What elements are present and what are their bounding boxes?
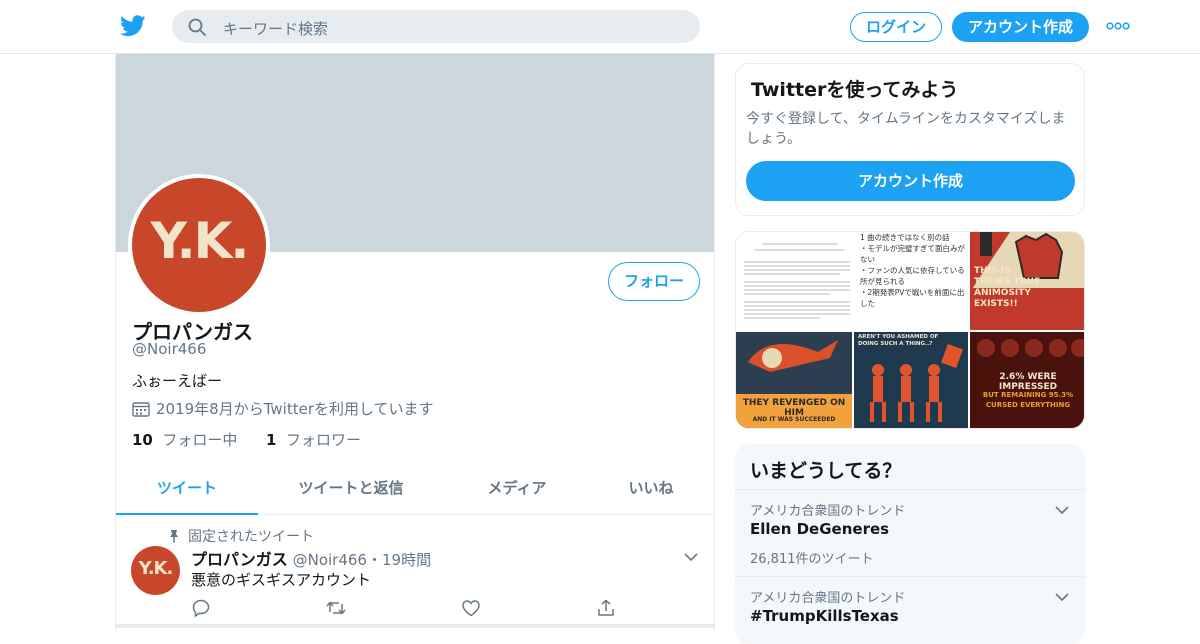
profile-handle: @Noir466 bbox=[132, 340, 207, 358]
media-thumb-dancers-poster[interactable]: AREN'T YOU ASHAMED OF DOING SUCH A THING… bbox=[854, 332, 968, 428]
trend-context: アメリカ合衆国のトレンド bbox=[750, 504, 906, 519]
tweet-actions bbox=[191, 598, 641, 620]
share-icon[interactable] bbox=[596, 598, 616, 618]
followers-count: 1 bbox=[266, 431, 277, 449]
profile-column: Y.K. フォロー プロパンガス @Noir466 ふぉーえばー 2019年8月… bbox=[115, 54, 715, 630]
search-input[interactable]: キーワード検索 bbox=[223, 18, 328, 39]
document-line-3: ・ファンの人気に依存している所が見られる bbox=[860, 266, 965, 286]
profile-tabs: ツイート ツイートと返信 メディア いいね bbox=[116, 465, 714, 515]
media-thumb-document[interactable]: 1 曲の続きではなく別の話 ・モデルが完璧すぎて面白みがない ・ファンの人気に依… bbox=[736, 232, 968, 330]
document-line-2: ・モデルが完璧すぎて面白みがない bbox=[860, 244, 965, 264]
tweet-avatar-text: Y.K. bbox=[138, 558, 174, 579]
twitter-bird-icon[interactable] bbox=[120, 14, 146, 38]
document-right-column: 1 曲の続きではなく別の話 ・モデルが完璧すぎて面白みがない ・ファンの人気に依… bbox=[858, 232, 968, 330]
tweet-separator: ・ bbox=[366, 551, 382, 569]
tab-tweets[interactable]: ツイート bbox=[116, 465, 258, 515]
revenge-poster-caption: THEY REVENGED ON HIM bbox=[742, 398, 846, 418]
signup-card-button[interactable]: アカウント作成 bbox=[746, 161, 1075, 201]
media-thumb-cursed-poster[interactable]: 2.6% WERE IMPRESSED BUT REMAINING 95.3% … bbox=[970, 332, 1084, 428]
pinned-label: 固定されたツイート bbox=[188, 529, 314, 545]
search-icon bbox=[188, 18, 206, 36]
followers-link[interactable]: 1 フォロワー bbox=[266, 431, 361, 449]
profile-stats: 10 フォロー中 1 フォロワー bbox=[132, 429, 361, 450]
trend-count: 26,811件のツイート bbox=[750, 552, 874, 567]
cursed-poster-caption: 2.6% WERE IMPRESSED bbox=[998, 372, 1058, 392]
media-thumb-revenge-poster[interactable]: THEY REVENGED ON HIM AND IT WAS SUCCEEDE… bbox=[736, 332, 852, 428]
tweet-header: プロパンガス @Noir466・19時間 bbox=[191, 546, 431, 570]
document-left-column bbox=[740, 236, 855, 326]
revenge-poster-subcaption: AND IT WAS SUCCEEDED bbox=[752, 416, 836, 423]
media-thumb-fist-poster[interactable]: THIS IS THEIRS TRUE ANIMOSITY EXISTS!! bbox=[970, 232, 1084, 330]
following-count: 10 bbox=[132, 431, 153, 449]
tweet-text: 悪意のギスギスアカウント bbox=[191, 571, 372, 589]
trend-item[interactable]: アメリカ合衆国のトレンド #TrumpKillsTexas bbox=[735, 576, 1085, 644]
chevron-down-icon[interactable] bbox=[1055, 590, 1069, 604]
login-button[interactable]: ログイン bbox=[850, 12, 942, 42]
avatar-logo-text: Y.K. bbox=[150, 212, 250, 270]
signup-card-description: 今すぐ登録して、タイムラインをカスタマイズしましょう。 bbox=[746, 111, 1066, 147]
signup-card-title: Twitterを使ってみよう bbox=[751, 79, 959, 101]
tab-tweets-replies[interactable]: ツイートと返信 bbox=[280, 465, 422, 515]
trends-title: いまどうしてる？ bbox=[750, 460, 902, 482]
chevron-down-icon[interactable] bbox=[683, 549, 699, 565]
trend-context: アメリカ合衆国のトレンド bbox=[750, 591, 906, 606]
tweet-avatar[interactable]: Y.K. bbox=[131, 546, 180, 595]
profile-joined: 2019年8月からTwitterを利用しています bbox=[132, 398, 434, 419]
pinned-indicator: 固定されたツイート bbox=[168, 526, 314, 546]
cursed-poster-subcaption: BUT REMAINING 95.3% CURSED EVERYTHING bbox=[982, 391, 1074, 409]
chevron-down-icon[interactable] bbox=[1055, 503, 1069, 517]
retweet-icon[interactable] bbox=[326, 598, 346, 618]
like-heart-icon[interactable] bbox=[461, 598, 481, 618]
signup-button[interactable]: アカウント作成 bbox=[952, 12, 1089, 42]
trends-panel: いまどうしてる？ アメリカ合衆国のトレンド Ellen DeGeneres 26… bbox=[735, 444, 1085, 644]
trend-item[interactable]: アメリカ合衆国のトレンド Ellen DeGeneres 26,811件のツイー… bbox=[735, 489, 1085, 576]
top-navigation-bar: キーワード検索 ログイン アカウント作成 bbox=[0, 0, 1200, 54]
calendar-icon bbox=[132, 402, 150, 417]
media-grid: 1 曲の続きではなく別の話 ・モデルが完璧すぎて面白みがない ・ファンの人気に依… bbox=[735, 231, 1085, 429]
follow-button[interactable]: フォロー bbox=[608, 262, 700, 301]
profile-avatar[interactable]: Y.K. bbox=[128, 174, 270, 316]
document-text-lines bbox=[744, 243, 850, 319]
tab-media[interactable]: メディア bbox=[446, 465, 588, 515]
tweet-author-name[interactable]: プロパンガス bbox=[191, 550, 288, 569]
more-dots-icon[interactable] bbox=[1106, 18, 1130, 34]
tab-likes[interactable]: いいね bbox=[586, 465, 714, 515]
search-bar[interactable]: キーワード検索 bbox=[172, 10, 700, 43]
following-label: フォロー中 bbox=[162, 431, 238, 449]
document-line-1: 1 曲の続きではなく別の話 bbox=[860, 233, 950, 242]
tweet-time[interactable]: 19時間 bbox=[382, 551, 431, 569]
tweet-author-handle[interactable]: @Noir466 bbox=[293, 551, 367, 569]
profile-bio: ふぉーえばー bbox=[132, 372, 223, 390]
reply-icon[interactable] bbox=[191, 598, 211, 618]
trend-name: Ellen DeGeneres bbox=[750, 520, 890, 538]
fist-poster-caption: THIS IS THEIRS TRUE ANIMOSITY EXISTS!! bbox=[974, 266, 1041, 309]
document-line-4: ・2期発表PVで戦いを前面に出した bbox=[860, 288, 965, 308]
pinned-tweet[interactable]: 固定されたツイート Y.K. プロパンガス @Noir466・19時間 悪意のギ… bbox=[116, 516, 714, 628]
joined-text: 2019年8月からTwitterを利用しています bbox=[156, 400, 434, 418]
dancers-poster-caption: AREN'T YOU ASHAMED OF DOING SUCH A THING… bbox=[858, 334, 939, 347]
avatar-image: Y.K. bbox=[132, 178, 266, 312]
trend-name: #TrumpKillsTexas bbox=[750, 607, 899, 625]
followers-label: フォロワー bbox=[286, 431, 362, 449]
following-link[interactable]: 10 フォロー中 bbox=[132, 431, 237, 449]
pin-icon bbox=[170, 530, 178, 543]
signup-card: Twitterを使ってみよう 今すぐ登録して、タイムラインをカスタマイズしましょ… bbox=[735, 63, 1085, 216]
